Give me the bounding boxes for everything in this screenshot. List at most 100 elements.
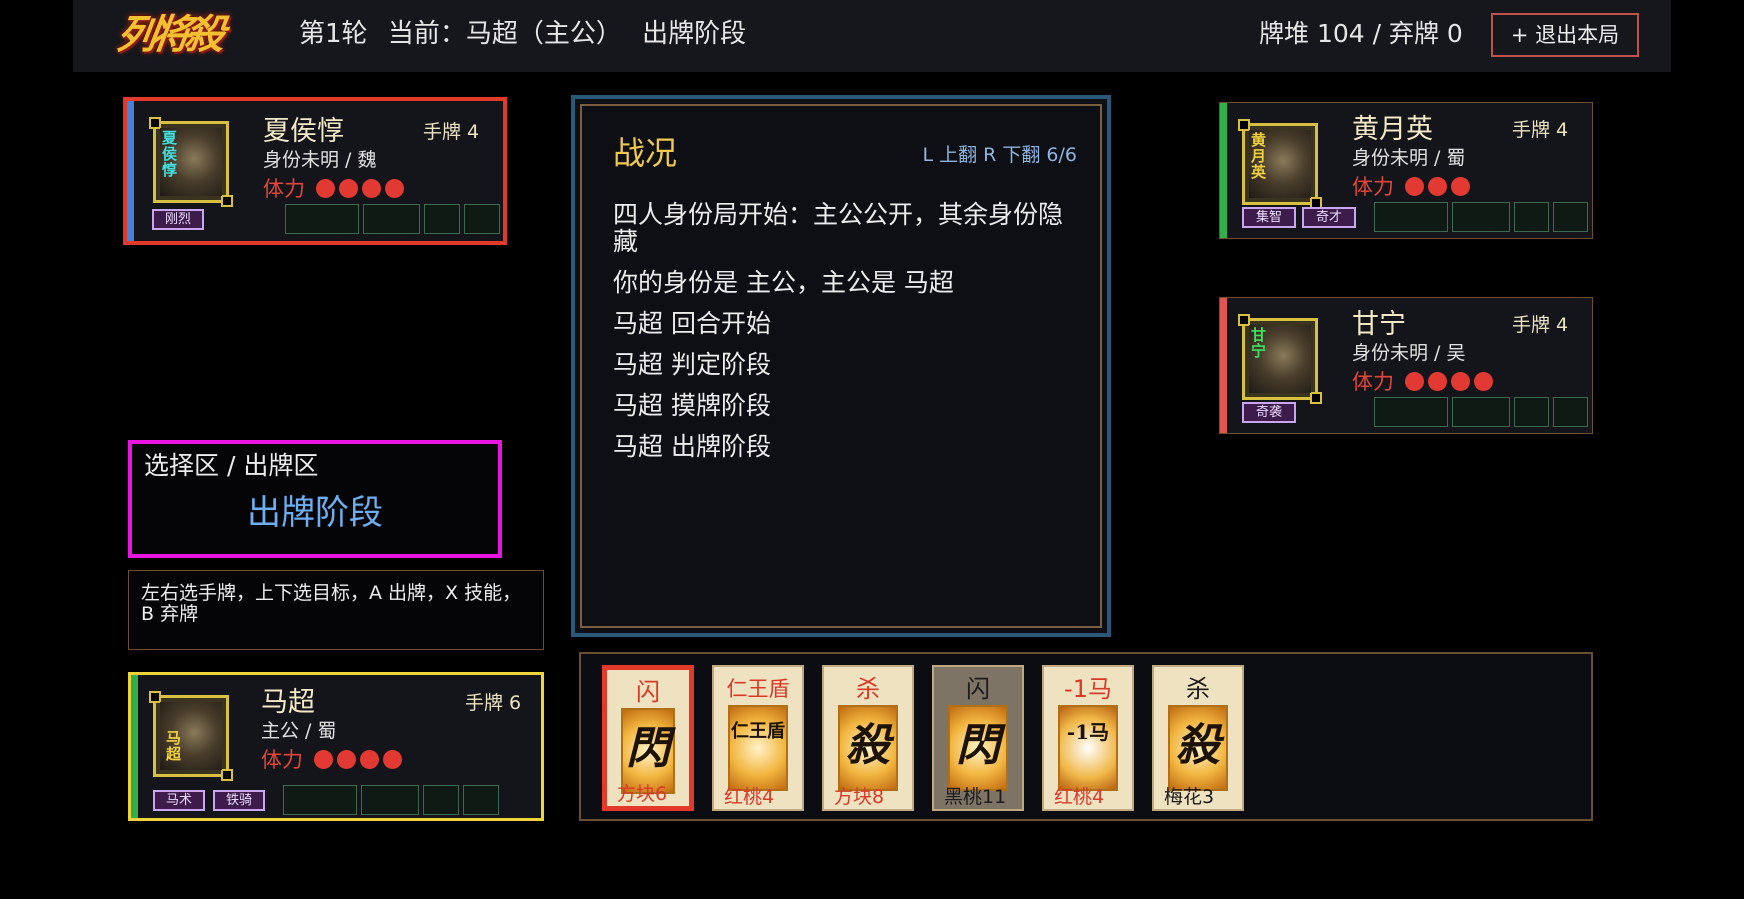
hp-label: 体力 xyxy=(263,177,305,201)
equip-slot-armor xyxy=(363,204,420,234)
equip-slot-weapon xyxy=(285,204,359,234)
hp-display: 体力 xyxy=(1352,173,1470,201)
card-suit: 方块8 xyxy=(834,786,885,808)
equip-slot-weapon xyxy=(1374,202,1448,232)
equip-slot-horse-minus xyxy=(1553,202,1588,232)
equip-slot-horse-minus xyxy=(464,204,500,234)
portrait-huangyueying: 黄月英 xyxy=(1238,119,1322,209)
card-name: 杀 xyxy=(1186,675,1210,703)
identity-faction: 身份未明 / 吴 xyxy=(1352,342,1466,364)
hp-dot xyxy=(1404,177,1424,196)
portrait-name: 马超 xyxy=(166,729,182,763)
player-panel-huangyueying[interactable]: 黄月英 黄月英 手牌 4 身份未明 / 蜀 体力 集智 奇才 xyxy=(1219,102,1593,239)
game-logo: 列将殺 xyxy=(113,11,223,58)
card-name: 杀 xyxy=(856,675,880,703)
skill-badge[interactable]: 奇才 xyxy=(1302,207,1356,228)
equip-slot-horse-plus xyxy=(1514,202,1549,232)
log-page-nav: L 上翻 R 下翻 6/6 xyxy=(922,144,1077,166)
card-name: 闪 xyxy=(966,675,990,703)
hp-dot xyxy=(336,750,356,769)
deck-counter: 牌堆 104 / 弃牌 0 xyxy=(1259,19,1463,48)
hand-card[interactable]: 闪 閃 方块6 xyxy=(602,665,694,811)
card-suit: 红桃4 xyxy=(724,786,775,808)
card-name: 仁王盾 xyxy=(726,677,790,701)
identity-faction: 身份未明 / 魏 xyxy=(263,149,377,171)
play-zone[interactable]: 选择区 / 出牌区 出牌阶段 xyxy=(128,440,502,558)
card-glyph: 仁王盾 xyxy=(731,721,785,742)
equip-slot-armor xyxy=(1452,202,1510,232)
equip-slot-horse-minus xyxy=(1553,397,1588,427)
hp-dot xyxy=(359,750,379,769)
equip-slot-horse-plus xyxy=(424,204,460,234)
play-zone-phase: 出牌阶段 xyxy=(247,493,383,533)
card-art: -1马 xyxy=(1058,705,1118,791)
hand-card[interactable]: 仁王盾 仁王盾 红桃4 xyxy=(712,665,804,811)
hp-dot xyxy=(338,179,358,198)
player-name: 马超 xyxy=(261,687,315,718)
card-suit: 梅花3 xyxy=(1164,786,1215,808)
current-phase: 出牌阶段 xyxy=(642,19,747,49)
exit-game-button[interactable]: + 退出本局 xyxy=(1491,13,1639,57)
portrait-name: 夏侯惇 xyxy=(162,129,178,179)
hp-dot xyxy=(382,750,402,769)
player-name: 黄月英 xyxy=(1352,114,1433,145)
hp-dot xyxy=(313,750,333,769)
top-bar: 列将殺 第1轮 当前：马超（主公） 出牌阶段 牌堆 104 / 弃牌 0 + 退… xyxy=(73,0,1671,72)
portrait-machao: 马超 xyxy=(149,691,233,781)
card-glyph: 閃 xyxy=(956,720,1000,771)
card-art: 閃 xyxy=(948,705,1008,791)
identity-faction: 主公 / 蜀 xyxy=(261,720,337,742)
equip-slot-armor xyxy=(1452,397,1510,427)
identity-faction: 身份未明 / 蜀 xyxy=(1352,147,1466,169)
faction-stripe-wu xyxy=(1220,298,1227,433)
equip-slot-armor xyxy=(361,785,419,815)
battle-log-panel[interactable]: 战况 L 上翻 R 下翻 6/6 四人身份局开始：主公公开，其余身份隐藏 你的身… xyxy=(571,95,1111,637)
hand-card[interactable]: 杀 殺 方块8 xyxy=(822,665,914,811)
hp-dot xyxy=(315,179,335,198)
skill-badge[interactable]: 铁骑 xyxy=(213,790,265,811)
portrait-name: 黄月英 xyxy=(1251,131,1267,181)
hand-card-tray: 闪 閃 方块6 仁王盾 仁王盾 红桃4 杀 殺 方块8 闪 閃 黑桃11 -1马… xyxy=(579,652,1593,821)
hp-dot xyxy=(1427,372,1447,391)
faction-stripe-shu xyxy=(1220,103,1227,238)
current-player: 当前：马超（主公） xyxy=(387,19,622,49)
portrait-name: 甘宁 xyxy=(1251,326,1267,360)
log-line: 马超 判定阶段 xyxy=(613,350,771,379)
skill-badge[interactable]: 马术 xyxy=(153,790,205,811)
equip-slot-horse-minus xyxy=(463,785,499,815)
player-panel-machao[interactable]: 马超 马超 手牌 6 主公 / 蜀 体力 马术 铁骑 xyxy=(128,672,544,821)
faction-stripe-wei xyxy=(127,101,134,241)
log-line: 四人身份局开始：主公公开，其余身份隐藏 xyxy=(613,200,1064,256)
equip-slot-weapon xyxy=(1374,397,1448,427)
hp-label: 体力 xyxy=(261,748,303,772)
hand-card[interactable]: 杀 殺 梅花3 xyxy=(1152,665,1244,811)
hp-display: 体力 xyxy=(1352,368,1493,396)
equip-slot-weapon xyxy=(283,785,357,815)
card-glyph: 閃 xyxy=(626,723,670,774)
card-art: 殺 xyxy=(838,705,898,791)
equip-slot-horse-plus xyxy=(1514,397,1549,427)
hp-display: 体力 xyxy=(261,746,402,774)
skill-badge[interactable]: 刚烈 xyxy=(152,209,204,230)
log-line: 马超 回合开始 xyxy=(613,309,771,338)
player-panel-ganning[interactable]: 甘宁 甘宁 手牌 4 身份未明 / 吴 体力 奇袭 xyxy=(1219,297,1593,434)
player-panel-xiahoudun[interactable]: 夏侯惇 夏侯惇 手牌 4 身份未明 / 魏 体力 刚烈 xyxy=(123,97,507,245)
skill-badge[interactable]: 奇袭 xyxy=(1242,402,1296,423)
log-title: 战况 xyxy=(613,134,678,172)
player-name: 夏侯惇 xyxy=(263,116,344,147)
hand-card[interactable]: -1马 -1马 红桃4 xyxy=(1042,665,1134,811)
portrait-ganning: 甘宁 xyxy=(1238,314,1322,404)
hp-dot xyxy=(1404,372,1424,391)
card-glyph: -1马 xyxy=(1066,720,1110,744)
hp-label: 体力 xyxy=(1352,370,1394,394)
hand-count: 手牌 6 xyxy=(465,692,522,714)
round-number: 第1轮 xyxy=(299,19,368,49)
card-glyph: 殺 xyxy=(846,720,890,771)
hp-display: 体力 xyxy=(263,175,404,203)
hand-count: 手牌 4 xyxy=(1512,119,1569,141)
controls-help: 左右选手牌，上下选目标，A 出牌，X 技能，B 弃牌 xyxy=(128,570,544,650)
card-name: 闪 xyxy=(636,678,660,706)
hand-card[interactable]: 闪 閃 黑桃11 xyxy=(932,665,1024,811)
log-line: 马超 出牌阶段 xyxy=(613,432,771,461)
skill-badge[interactable]: 集智 xyxy=(1242,207,1296,228)
